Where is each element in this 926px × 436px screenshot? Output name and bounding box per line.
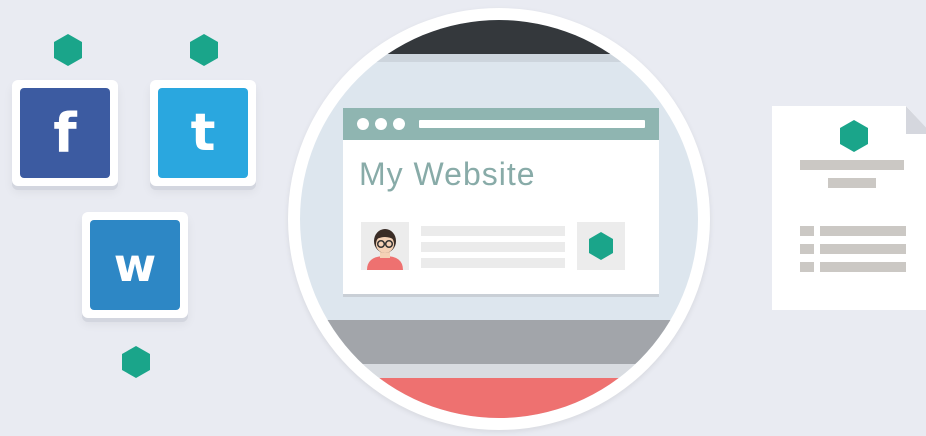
doc-line bbox=[820, 244, 906, 254]
browser-window: My Website bbox=[343, 108, 659, 294]
placeholder-line bbox=[421, 258, 565, 268]
monitor-top-band bbox=[300, 20, 698, 54]
magnifier-lens: My Website bbox=[288, 8, 710, 430]
facebook-tile: f bbox=[12, 80, 118, 186]
doc-line bbox=[820, 262, 906, 272]
hexagon-icon bbox=[589, 232, 613, 260]
wordpress-letter: w bbox=[113, 238, 157, 292]
doc-bullet bbox=[800, 244, 814, 254]
doc-bullet bbox=[800, 226, 814, 236]
wordpress-icon: w bbox=[90, 220, 180, 310]
window-dot-icon bbox=[357, 118, 369, 130]
window-dot-icon bbox=[393, 118, 405, 130]
wordpress-tile: w bbox=[82, 212, 188, 318]
document-fold bbox=[906, 106, 926, 134]
doc-heading-line bbox=[800, 160, 904, 170]
magnified-screen: My Website bbox=[300, 20, 698, 418]
monitor-bezel-band bbox=[300, 320, 698, 364]
window-dot-icon bbox=[375, 118, 387, 130]
address-bar bbox=[419, 120, 645, 128]
facebook-letter: f bbox=[53, 101, 77, 165]
hexagon-icon bbox=[840, 120, 868, 152]
site-title: My Website bbox=[359, 156, 536, 192]
doc-bullet bbox=[800, 262, 814, 272]
twitter-tile: t bbox=[150, 80, 256, 186]
desk-red-band bbox=[300, 378, 698, 418]
avatar-icon bbox=[361, 222, 409, 270]
hexagon-icon bbox=[190, 34, 218, 66]
twitter-letter: t bbox=[190, 103, 216, 163]
monitor-top-edge bbox=[300, 54, 698, 62]
desk-shadow-band bbox=[300, 364, 698, 378]
hexagon-icon bbox=[122, 346, 150, 378]
badge-box bbox=[577, 222, 625, 270]
twitter-icon: t bbox=[158, 88, 248, 178]
hexagon-icon bbox=[54, 34, 82, 66]
placeholder-line bbox=[421, 226, 565, 236]
doc-subheading-line bbox=[828, 178, 876, 188]
placeholder-line bbox=[421, 242, 565, 252]
doc-line bbox=[820, 226, 906, 236]
browser-toolbar bbox=[343, 108, 659, 140]
document-icon bbox=[772, 106, 926, 310]
facebook-icon: f bbox=[20, 88, 110, 178]
